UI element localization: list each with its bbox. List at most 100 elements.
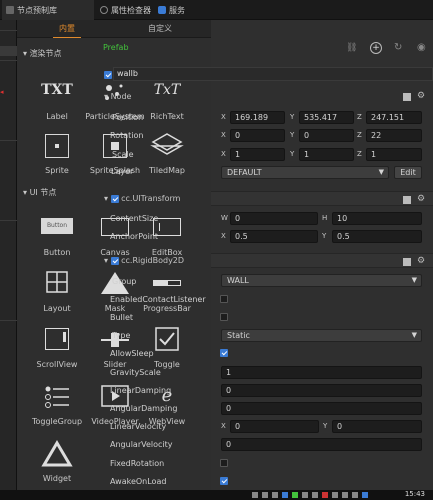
- taskbar-app-icon[interactable]: [312, 492, 318, 498]
- node-active-checkbox[interactable]: [104, 71, 112, 79]
- button-icon: Button: [39, 214, 75, 242]
- tab-builtin[interactable]: 内置: [47, 20, 87, 38]
- rigidbody-header[interactable]: ▾ cc.RigidBody2D: [104, 256, 184, 265]
- linear-damping-input[interactable]: 0: [221, 384, 422, 397]
- type-label: Type: [112, 331, 131, 340]
- settings-gear-icon[interactable]: ⚙: [417, 194, 425, 204]
- content-h-axis: H: [322, 214, 328, 222]
- tab-inspector[interactable]: 属性检查器: [100, 0, 151, 20]
- settings-gear-icon[interactable]: ⚙: [417, 256, 425, 266]
- anchor-y-input[interactable]: 0.5: [332, 230, 422, 243]
- position-x-input[interactable]: 169.189: [230, 111, 285, 124]
- group-select[interactable]: WALL ▼: [221, 274, 422, 287]
- target-icon[interactable]: ◉: [417, 42, 426, 53]
- uitransform-header[interactable]: ▾ cc.UITransform: [104, 194, 180, 203]
- taskbar-app-icon[interactable]: [302, 492, 308, 498]
- node-layout[interactable]: Layout: [27, 270, 87, 313]
- anchor-x-input[interactable]: 0.5: [230, 230, 318, 243]
- node-section-header[interactable]: ▾ Node: [104, 92, 131, 101]
- node-scrollview-text: ScrollView: [36, 360, 78, 369]
- awake-on-load-checkbox[interactable]: [220, 477, 228, 485]
- group-label: Group: [112, 277, 137, 286]
- angular-velocity-input[interactable]: 0: [221, 438, 422, 451]
- content-width-input[interactable]: 0: [230, 212, 318, 225]
- enabled-contact-listener-label: EnabledContactListener: [110, 295, 206, 304]
- hierarchy-strip[interactable]: ◂: [0, 20, 17, 500]
- angular-damping-input[interactable]: 0: [221, 402, 422, 415]
- bullet-checkbox[interactable]: [220, 313, 228, 321]
- node-togglegroup[interactable]: ToggleGroup: [27, 383, 87, 426]
- node-button[interactable]: Button Button: [27, 214, 87, 257]
- add-component-icon[interactable]: +: [370, 42, 382, 54]
- grid-icon: [6, 6, 14, 14]
- ui-section-header[interactable]: ▾ UI 节点: [23, 187, 56, 198]
- node-label[interactable]: TXT Label: [27, 78, 87, 121]
- taskbar-app-icon[interactable]: [262, 492, 268, 498]
- node-richtext-text: RichText: [150, 112, 184, 121]
- taskbar-app-icon[interactable]: [322, 492, 328, 498]
- cloud-icon: [158, 6, 166, 14]
- node-scrollview[interactable]: ScrollView: [27, 326, 87, 369]
- taskbar-app-icon[interactable]: [362, 492, 368, 498]
- node-tiledmap[interactable]: TiledMap: [137, 132, 197, 175]
- tab-node-library[interactable]: 节点预制库: [2, 0, 94, 20]
- allow-sleep-checkbox[interactable]: [220, 349, 228, 357]
- node-progressbar[interactable]: ProgressBar: [137, 270, 197, 313]
- top-tab-bar: 节点预制库 属性检查器 服务: [0, 0, 433, 20]
- content-height-input[interactable]: 10: [332, 212, 422, 225]
- scale-label: Scale: [112, 150, 134, 159]
- taskbar-clock[interactable]: 15:43: [405, 490, 425, 498]
- taskbar-app-icon[interactable]: [352, 492, 358, 498]
- position-z-input[interactable]: 247.151: [366, 111, 422, 124]
- gear-icon: [100, 6, 108, 14]
- uitransform-enabled-checkbox[interactable]: [110, 194, 119, 203]
- link-icon[interactable]: ⛓: [346, 43, 358, 55]
- linear-velocity-y-axis: Y: [323, 422, 328, 430]
- tab-custom[interactable]: 自定义: [140, 20, 180, 38]
- scale-z-input[interactable]: 1: [366, 148, 422, 161]
- scale-y-input[interactable]: 1: [299, 148, 354, 161]
- position-y-input[interactable]: 535.417: [299, 111, 354, 124]
- togglegroup-icon: [39, 383, 75, 411]
- render-section-header[interactable]: ▾ 渲染节点: [23, 48, 62, 59]
- rotation-y-input[interactable]: 0: [299, 129, 354, 142]
- taskbar-app-icon[interactable]: [332, 492, 338, 498]
- scale-x-input[interactable]: 1: [230, 148, 285, 161]
- layer-select[interactable]: DEFAULT ▼: [221, 166, 389, 179]
- taskbar-app-icon[interactable]: [292, 492, 298, 498]
- uitransform-header-bar: [211, 191, 433, 206]
- linear-velocity-x-input[interactable]: 0: [230, 420, 319, 433]
- node-name-field[interactable]: wallb: [117, 69, 433, 80]
- book-icon[interactable]: [403, 196, 411, 204]
- layer-label: Layer: [111, 167, 134, 176]
- node-toggle[interactable]: Toggle: [137, 326, 197, 369]
- bullet-label: Bullet: [110, 313, 134, 322]
- anchor-point-label: AnchorPoint: [110, 232, 159, 241]
- layer-edit-button[interactable]: Edit: [394, 166, 422, 179]
- rotation-z-input[interactable]: 22: [366, 129, 422, 142]
- node-layout-text: Layout: [43, 304, 71, 313]
- gravity-scale-input[interactable]: 1: [221, 366, 422, 379]
- hierarchy-row[interactable]: [0, 46, 17, 56]
- fixed-rotation-checkbox[interactable]: [220, 459, 228, 467]
- rotation-x-input[interactable]: 0: [230, 129, 285, 142]
- linear-velocity-y-input[interactable]: 0: [332, 420, 422, 433]
- node-sprite[interactable]: Sprite: [27, 132, 87, 175]
- book-icon[interactable]: [403, 258, 411, 266]
- collapse-arrow-icon: ▾: [104, 194, 111, 203]
- taskbar-app-icon[interactable]: [282, 492, 288, 498]
- tab-service[interactable]: 服务: [158, 0, 185, 20]
- taskbar-app-icon[interactable]: [252, 492, 258, 498]
- enabled-contact-listener-checkbox[interactable]: [220, 295, 228, 303]
- node-richtext[interactable]: TxT RichText: [137, 78, 197, 121]
- taskbar-app-icon[interactable]: [272, 492, 278, 498]
- dropdown-arrow-icon: ▼: [411, 331, 417, 339]
- book-icon[interactable]: [403, 93, 411, 101]
- refresh-icon[interactable]: ↻: [394, 42, 402, 53]
- taskbar-app-icon[interactable]: [342, 492, 348, 498]
- node-widget[interactable]: Widget: [27, 440, 87, 483]
- rigidbody-enabled-checkbox[interactable]: [110, 256, 119, 265]
- type-select[interactable]: Static ▼: [221, 329, 422, 342]
- node-progressbar-text: ProgressBar: [143, 304, 191, 313]
- settings-gear-icon[interactable]: ⚙: [417, 91, 425, 101]
